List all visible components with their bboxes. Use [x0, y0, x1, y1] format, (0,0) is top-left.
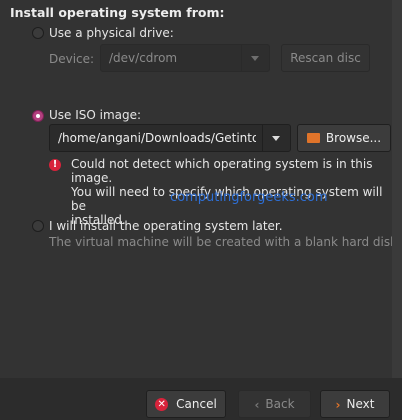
- install-source-panel: Install operating system from: Use a phy…: [0, 0, 401, 378]
- device-value: /dev/cdrom: [109, 51, 178, 65]
- device-dropdown-arrow: [241, 45, 269, 71]
- iso-image-label[interactable]: Use ISO image:: [49, 108, 141, 122]
- iso-dropdown-arrow[interactable]: [262, 125, 290, 151]
- next-button-label: Next: [346, 397, 375, 411]
- physical-drive-radio[interactable]: [32, 27, 44, 39]
- install-later-radio[interactable]: [32, 220, 44, 232]
- cancel-button-label: Cancel: [176, 397, 217, 411]
- folder-icon: [306, 132, 320, 143]
- error-line-1: Could not detect which operating system …: [71, 157, 373, 185]
- dialog-footer: ✕ Cancel ‹ Back › Next: [0, 378, 402, 420]
- next-button[interactable]: › Next: [320, 390, 390, 418]
- chevron-left-icon: ‹: [254, 397, 260, 412]
- error-icon: !: [49, 159, 61, 171]
- device-label: Device:: [49, 52, 95, 66]
- window-edge: [392, 0, 402, 378]
- cancel-button[interactable]: ✕ Cancel: [146, 390, 226, 418]
- back-button: ‹ Back: [238, 390, 311, 418]
- install-later-label[interactable]: I will install the operating system late…: [49, 219, 283, 233]
- iso-image-radio[interactable]: [32, 110, 44, 122]
- iso-path-combo[interactable]: /home/angani/Downloads/Getintop: [49, 124, 291, 152]
- chevron-down-icon: [251, 56, 259, 61]
- browse-button[interactable]: Browse...: [297, 124, 391, 152]
- chevron-down-icon: [272, 136, 280, 141]
- install-later-sublabel: The virtual machine will be created with…: [49, 235, 401, 249]
- browse-button-label: Browse...: [325, 131, 382, 145]
- cancel-icon: ✕: [155, 398, 169, 411]
- back-button-label: Back: [265, 397, 295, 411]
- physical-drive-label[interactable]: Use a physical drive:: [49, 26, 174, 40]
- watermark-text: computingforgeeks.com: [170, 190, 328, 205]
- rescan-disc-button: Rescan disc: [281, 44, 370, 72]
- device-combo: /dev/cdrom: [100, 44, 270, 72]
- chevron-right-icon: ›: [335, 397, 341, 412]
- section-title: Install operating system from:: [10, 5, 225, 20]
- iso-path-value[interactable]: /home/angani/Downloads/Getintop: [58, 125, 256, 151]
